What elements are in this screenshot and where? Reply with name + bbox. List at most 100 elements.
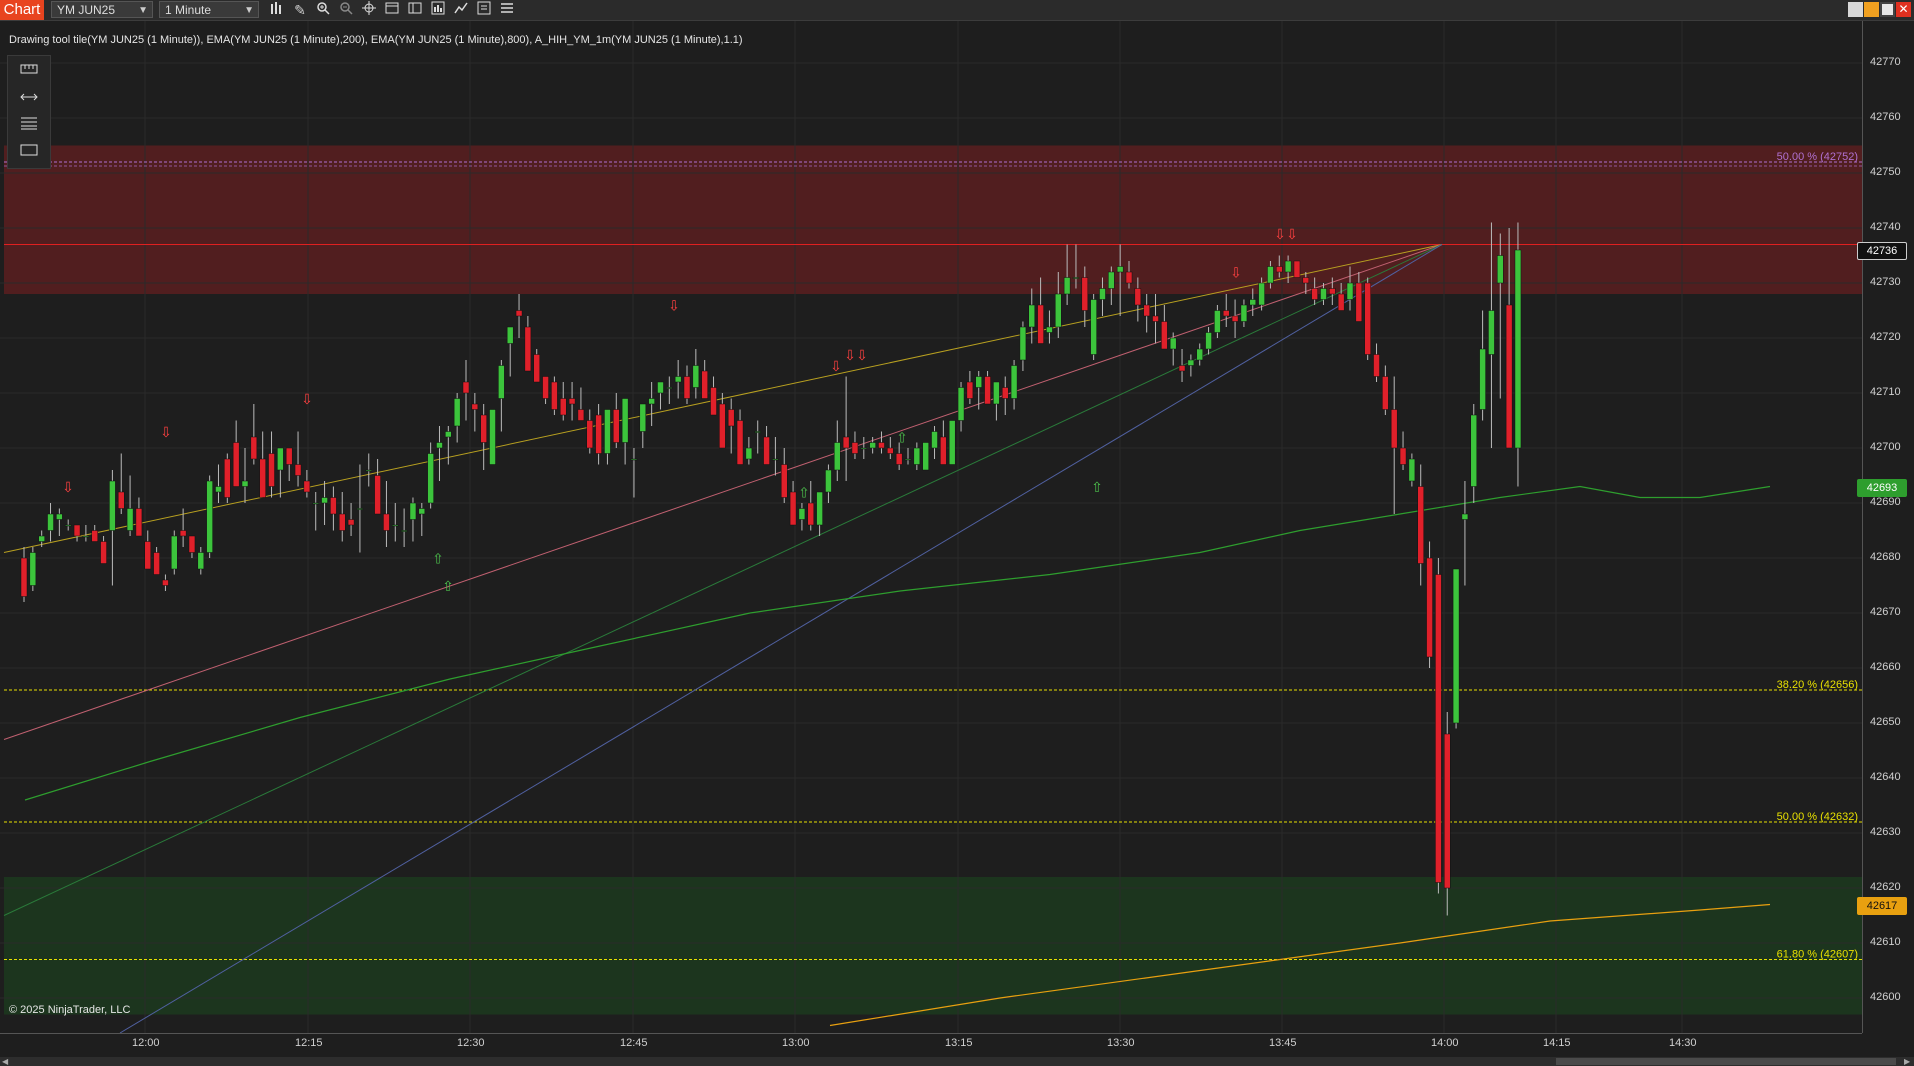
zoom-out-icon[interactable]	[337, 1, 355, 19]
candle-body	[153, 552, 160, 575]
candle-body	[268, 453, 275, 487]
candle-body	[710, 387, 717, 416]
candle-body	[365, 469, 373, 472]
pencil-icon[interactable]: ✎	[291, 1, 309, 19]
candle-body	[321, 497, 328, 504]
interval-selector[interactable]: 1 Minute ▼	[159, 1, 259, 18]
candle-body	[188, 535, 196, 553]
ruler-icon[interactable]	[14, 58, 44, 82]
candle-body	[595, 414, 602, 454]
candle-body	[860, 447, 868, 450]
scroll-left-icon[interactable]: ◀	[2, 1057, 8, 1066]
candle-body	[639, 403, 647, 432]
sell-signal-arrow: ⇩	[668, 299, 680, 315]
price-chart[interactable]: 50.00 % (42752) 38.20 % (42656) 50.00 % (4…	[0, 21, 1862, 1034]
price-tick-label: 42760	[1870, 111, 1901, 123]
candle-body	[135, 508, 143, 537]
candle-body	[586, 420, 594, 449]
price-tick-label: 42770	[1870, 56, 1901, 68]
candle-body	[162, 579, 169, 586]
sell-signal-arrow: ⇩	[844, 348, 856, 364]
strategy-icon[interactable]	[452, 1, 470, 19]
candle-body	[745, 447, 753, 460]
candle-body	[409, 502, 417, 520]
chart-tab[interactable]: Chart	[0, 0, 44, 20]
templates-icon[interactable]	[383, 1, 401, 19]
sell-signal-arrow: ⇩	[830, 359, 842, 375]
candle-body	[498, 365, 505, 399]
sell-signal-arrow: ⇩	[1230, 266, 1242, 282]
properties-icon[interactable]	[475, 1, 493, 19]
lines-icon[interactable]	[14, 113, 44, 137]
candle-body	[1169, 337, 1177, 350]
candle-body	[780, 464, 788, 498]
candle-body	[471, 403, 479, 410]
candle-body	[524, 326, 532, 372]
candle-body	[1187, 359, 1195, 366]
candle-body	[887, 447, 894, 454]
maximize-icon[interactable]	[1880, 2, 1895, 17]
candle-body	[1205, 332, 1212, 350]
chart-plot-area[interactable]: 50.00 % (42752) 38.20 % (42656) 50.00 % (4…	[0, 21, 1862, 1034]
candle-body	[878, 442, 885, 449]
candle-body	[506, 326, 514, 344]
candle-body	[842, 436, 850, 449]
candle-body	[798, 508, 806, 520]
candle-body	[613, 409, 620, 443]
time-axis[interactable]	[0, 1033, 1862, 1058]
tile-icon[interactable]	[1848, 2, 1863, 17]
candle-body	[347, 519, 355, 526]
candle-body	[1258, 282, 1265, 306]
candle-body	[1514, 249, 1522, 449]
crosshair-icon[interactable]	[360, 1, 378, 19]
minimize-icon[interactable]	[1864, 2, 1879, 17]
candle-body	[1276, 266, 1283, 273]
zone-0	[4, 145, 1862, 294]
data-box-icon[interactable]	[429, 1, 447, 19]
candle-body	[1019, 326, 1027, 361]
price-tick-label: 42680	[1870, 551, 1901, 563]
rectangle-icon[interactable]	[14, 140, 44, 164]
time-tick-label: 12:45	[620, 1037, 648, 1049]
candle-body	[1293, 260, 1301, 278]
price-tick-label: 42640	[1870, 771, 1901, 783]
zoom-in-icon[interactable]	[314, 1, 332, 19]
price-tick-label: 42690	[1870, 496, 1901, 508]
instrument-selector[interactable]: YM JUN25 ▼	[51, 1, 153, 18]
candle-body	[957, 387, 965, 421]
candle-body	[1329, 288, 1336, 295]
candle-body	[330, 497, 337, 515]
candle-body	[1063, 277, 1071, 295]
sell-signal-arrow: ⇩	[1274, 227, 1286, 243]
chevron-down-icon: ▼	[244, 5, 254, 16]
sell-signal-arrow: ⇩	[62, 480, 74, 496]
candle-body	[1214, 310, 1221, 333]
close-icon[interactable]: ✕	[1896, 2, 1911, 17]
candle-body	[56, 513, 63, 520]
candle-body	[551, 381, 558, 410]
list-icon[interactable]	[498, 1, 516, 19]
interval-selector-value: 1 Minute	[165, 3, 212, 17]
buy-signal-arrow: ⇧	[442, 579, 454, 595]
fib-level-label: 50.00 % (42632)	[1777, 811, 1858, 823]
price-tick-label: 42710	[1870, 386, 1901, 398]
chart-trader-icon[interactable]	[406, 1, 424, 19]
candle-body	[109, 480, 116, 531]
candle-body	[224, 458, 231, 498]
candle-body	[144, 541, 152, 570]
price-tick-label: 42600	[1870, 991, 1901, 1003]
candle-body	[1399, 447, 1407, 465]
candle-body	[1222, 310, 1230, 317]
scroll-right-icon[interactable]: ▶	[1904, 1057, 1910, 1066]
candle-body	[1470, 414, 1478, 487]
candle-body	[666, 387, 673, 389]
candle-body	[445, 431, 452, 438]
price-marker-ema: 42693	[1857, 478, 1907, 497]
candle-body	[533, 354, 540, 383]
scrollbar-thumb[interactable]	[1556, 1058, 1896, 1065]
horizontal-ray-icon[interactable]	[14, 86, 44, 110]
candle-body	[1435, 574, 1442, 883]
candle-body	[38, 535, 45, 542]
candle-body	[895, 453, 903, 465]
bars-icon[interactable]	[268, 1, 286, 19]
